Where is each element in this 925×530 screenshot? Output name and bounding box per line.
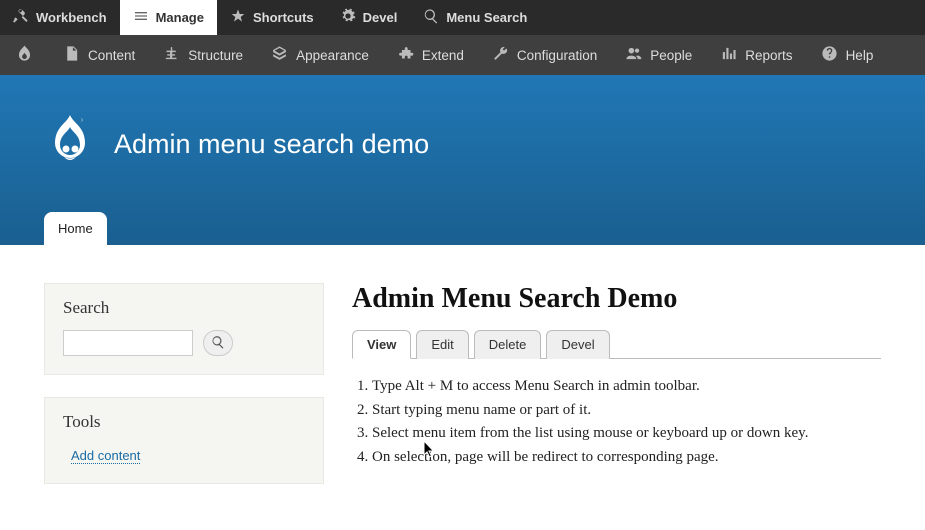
search-block: Search [44,283,324,375]
toolbar-item-label: Shortcuts [253,10,314,25]
list-item: Type Alt + M to access Menu Search in ad… [372,375,881,398]
site-logo-icon[interactable] [44,113,96,176]
toolbar-shortcuts[interactable]: Shortcuts [217,0,327,35]
site-header: Admin menu search demo Home [0,75,925,245]
toolbar-item-label: Devel [363,10,398,25]
document-icon [63,45,80,65]
tab-delete[interactable]: Delete [474,330,542,359]
nav-home[interactable]: Home [44,212,107,245]
add-content-link[interactable]: Add content [71,448,140,464]
cursor-icon [423,440,437,460]
structure-icon [163,45,180,65]
toolbar-admin: Content Structure Appearance Extend Conf… [0,35,925,75]
list-item: On selection, page will be redirect to c… [372,446,881,469]
toolbar-item-label: Menu Search [446,10,527,25]
toolbar-item-label: Manage [156,10,204,25]
admin-people[interactable]: People [611,35,706,75]
sidebar: Search Tools Add content [44,283,324,484]
drupal-icon [15,44,34,66]
star-icon [230,8,246,27]
reports-icon [720,45,737,65]
search-icon [423,8,439,27]
toolbar-manage[interactable]: Manage [120,0,217,35]
admin-item-label: Content [88,48,135,63]
tools-block-title: Tools [63,412,305,432]
admin-content[interactable]: Content [49,35,149,75]
help-icon [821,45,838,65]
primary-nav: Home [44,212,881,245]
page-title: Admin Menu Search Demo [352,283,881,315]
toolbar-workbench[interactable]: Workbench [0,0,120,35]
admin-item-label: Configuration [517,48,597,63]
list-item: Select menu item from the list using mou… [372,422,881,445]
people-icon [625,45,642,65]
tab-devel[interactable]: Devel [546,330,609,359]
tools-block: Tools Add content [44,397,324,484]
toolbar-top: Workbench Manage Shortcuts Devel Menu Se… [0,0,925,35]
admin-reports[interactable]: Reports [706,35,806,75]
admin-home[interactable] [0,35,49,75]
admin-extend[interactable]: Extend [383,35,478,75]
toolbar-menu-search[interactable]: Menu Search [410,0,540,35]
admin-structure[interactable]: Structure [149,35,257,75]
admin-item-label: People [650,48,692,63]
list-item: Start typing menu name or part of it. [372,399,881,422]
local-tabs: View Edit Delete Devel [352,329,881,359]
search-button[interactable] [203,330,233,356]
admin-item-label: Help [846,48,874,63]
menu-icon [133,8,149,27]
tab-edit[interactable]: Edit [416,330,468,359]
admin-help[interactable]: Help [807,35,888,75]
site-title[interactable]: Admin menu search demo [114,129,429,160]
main-wrapper: Search Tools Add content Admin Menu Sear… [0,245,925,514]
admin-configuration[interactable]: Configuration [478,35,611,75]
admin-item-label: Appearance [296,48,369,63]
tab-view[interactable]: View [352,330,411,359]
wrench-icon [492,45,509,65]
toolbar-item-label: Workbench [36,10,107,25]
search-block-title: Search [63,298,305,318]
admin-item-label: Structure [188,48,243,63]
admin-item-label: Extend [422,48,464,63]
admin-appearance[interactable]: Appearance [257,35,383,75]
puzzle-icon [397,45,414,65]
search-icon [211,335,225,352]
tools-icon [13,8,29,27]
admin-item-label: Reports [745,48,792,63]
toolbar-devel[interactable]: Devel [327,0,411,35]
appearance-icon [271,45,288,65]
search-input[interactable] [63,330,193,356]
gear-icon [340,8,356,27]
